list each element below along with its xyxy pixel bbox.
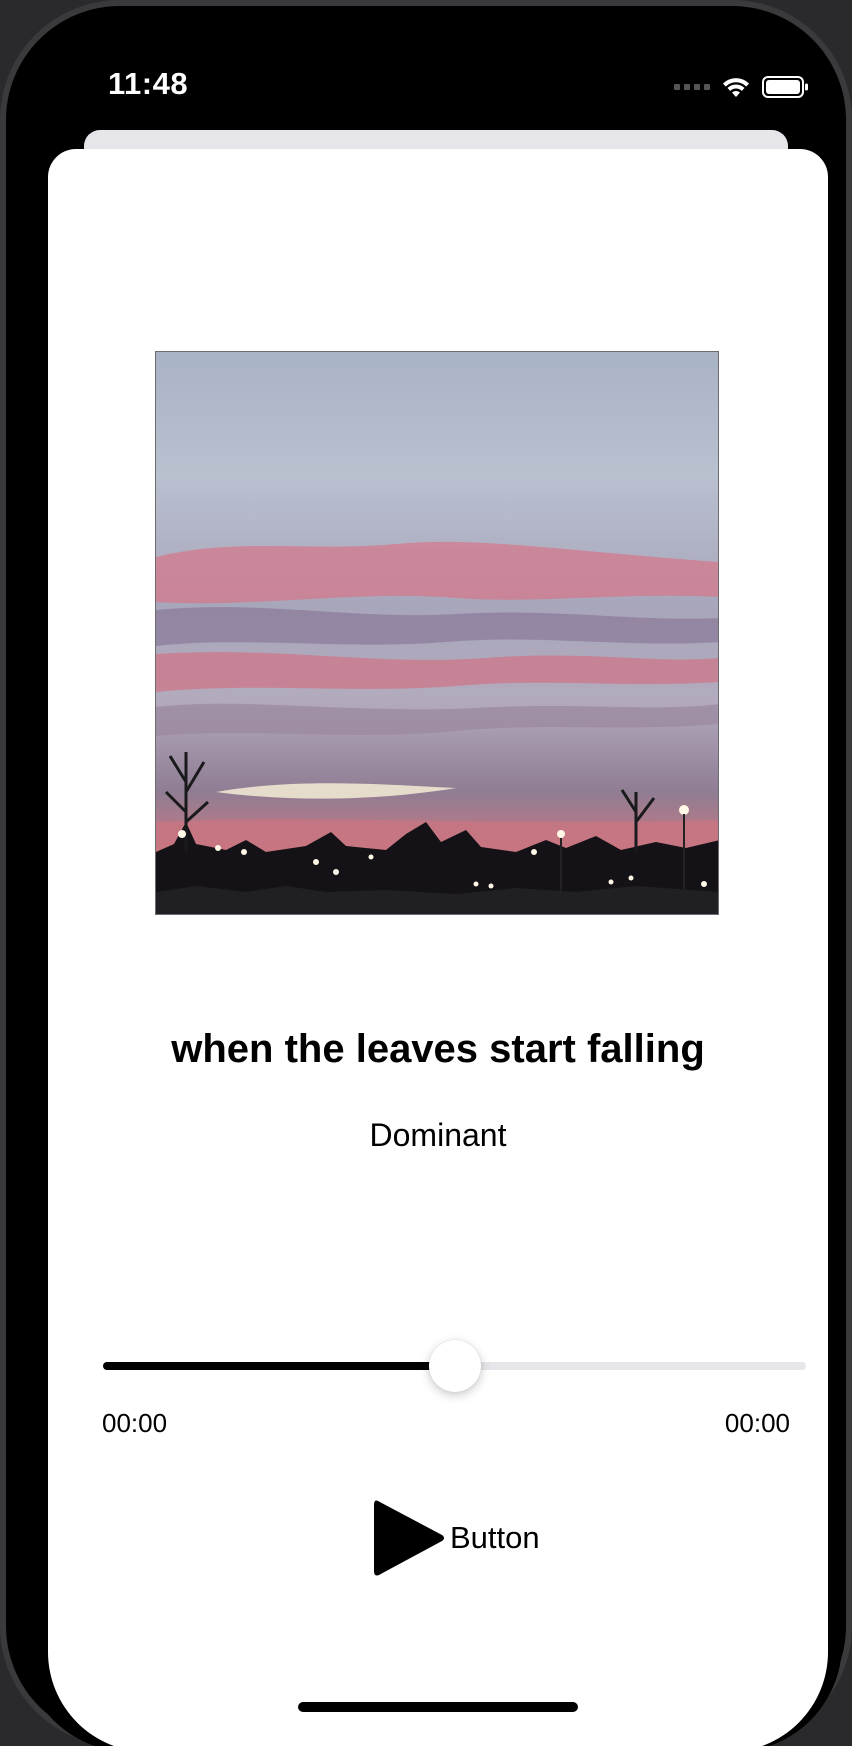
- cellular-signal-icon: [674, 84, 710, 90]
- play-button[interactable]: Button: [370, 1493, 540, 1583]
- wifi-icon: [720, 75, 752, 99]
- play-button-label: Button: [450, 1520, 540, 1555]
- playback-slider[interactable]: [103, 1340, 806, 1392]
- status-time: 11:48: [108, 66, 189, 101]
- play-icon: [370, 1495, 446, 1581]
- device-frame: 11:48 when the leaves start falling Domi…: [0, 0, 852, 1746]
- home-indicator[interactable]: [298, 1702, 578, 1712]
- slider-fill: [103, 1362, 455, 1370]
- song-title: when the leaves start falling: [171, 1027, 705, 1071]
- total-time: 00:00: [724, 1408, 790, 1438]
- now-playing-card: when the leaves start falling Dominant 0…: [48, 149, 828, 1746]
- album-artwork: [155, 351, 719, 915]
- slider-thumb[interactable]: [428, 1340, 481, 1392]
- battery-icon: [762, 75, 810, 99]
- status-icons: [674, 75, 810, 99]
- device-screen: 11:48 when the leaves start falling Domi…: [22, 20, 842, 1746]
- song-artist: Dominant: [369, 1117, 507, 1153]
- status-bar: 11:48: [22, 20, 842, 130]
- elapsed-time: 00:00: [102, 1408, 168, 1438]
